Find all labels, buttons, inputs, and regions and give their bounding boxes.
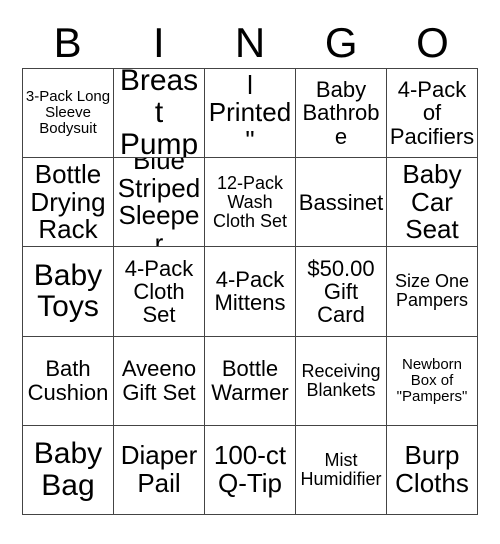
bingo-cell-label: 12-Pack Wash Cloth Set <box>212 172 288 231</box>
header-letter-o: O <box>416 19 449 66</box>
bingo-cell-label: Baby Bag <box>33 437 103 502</box>
bingo-cell-label: 4-Pack Mittens <box>214 267 286 316</box>
header-letter-g: G <box>324 19 358 66</box>
bingo-cell-label: Baby Car Seat <box>402 158 462 245</box>
bingo-cell[interactable]: Breast Pump <box>114 69 205 159</box>
bingo-cell-label: Bottle Warmer <box>211 356 289 405</box>
bingo-cell-label: 4-Pack Cloth Set <box>124 255 194 328</box>
bingo-cell-label: Receiving Blankets <box>301 360 381 400</box>
bingo-cell[interactable]: Aveeno Gift Set <box>114 336 205 426</box>
bingo-cell-label: Burp Cloths <box>395 440 469 498</box>
bingo-cell[interactable]: 3-Pack Long Sleeve Bodysuit <box>23 69 114 159</box>
bingo-cell-label: Bath Cushion <box>27 356 109 405</box>
bingo-cell[interactable]: Blue Striped Sleeper <box>114 158 205 248</box>
bingo-cell[interactable]: Baby Car Seat <box>387 158 478 248</box>
bingo-cell[interactable]: Diaper Pail <box>114 425 205 515</box>
bingo-cell[interactable]: Bottle Warmer <box>205 336 296 426</box>
bingo-cell[interactable]: Receiving Blankets <box>296 336 387 426</box>
bingo-cell[interactable]: Burp Cloths <box>387 425 478 515</box>
bingo-cell[interactable]: Baby Bathrobe <box>296 69 387 159</box>
bingo-cell-label: Newborn Box of "Pampers" <box>396 355 468 405</box>
bingo-cell-label: 100-ct Q-Tip <box>213 440 287 498</box>
bingo-cell[interactable]: Bottle Drying Rack <box>23 158 114 248</box>
bingo-cell-label: Blue Striped Sleeper <box>117 158 201 248</box>
bingo-cell[interactable]: Newborn Box of "Pampers" <box>387 336 478 426</box>
bingo-card: B I N G O 3-Pack Long Sleeve Bodysuit Br… <box>0 0 500 544</box>
bingo-cell[interactable]: Baby Bag <box>23 425 114 515</box>
bingo-cell[interactable]: Bassinet <box>296 158 387 248</box>
bingo-cell[interactable]: 4-Pack of Pacifiers <box>387 69 478 159</box>
header-letter-i: I <box>152 19 165 66</box>
bingo-grid: 3-Pack Long Sleeve Bodysuit Breast Pump … <box>22 68 478 515</box>
bingo-cell-label: Diaper Pail <box>120 440 198 498</box>
bingo-cell[interactable]: 100-ct Q-Tip <box>205 425 296 515</box>
bingo-cell-label: Bassinet <box>298 189 384 215</box>
bingo-cell[interactable]: Bath Cushion <box>23 336 114 426</box>
header-letter-n: N <box>234 19 266 66</box>
bingo-cell[interactable]: "Animal Printed" Boppy <box>205 69 296 159</box>
bingo-cell-label: 4-Pack of Pacifiers <box>389 77 475 149</box>
bingo-cell[interactable]: Baby Toys <box>23 247 114 337</box>
bingo-cell-label: Baby Toys <box>33 258 103 324</box>
bingo-cell[interactable]: 4-Pack Mittens <box>205 247 296 337</box>
bingo-cell[interactable]: 12-Pack Wash Cloth Set <box>205 158 296 248</box>
bingo-cell-label: 3-Pack Long Sleeve Bodysuit <box>25 88 111 138</box>
bingo-cell-label: Size One Pampers <box>394 271 470 311</box>
bingo-cell-label: $50.00 Gift Card <box>307 255 375 328</box>
bingo-cell[interactable]: 4-Pack Cloth Set <box>114 247 205 337</box>
bingo-cell-label: Mist Humidifier <box>300 449 382 489</box>
bingo-cell[interactable]: $50.00 Gift Card <box>296 247 387 337</box>
bingo-cell-label: Breast Pump <box>119 69 199 159</box>
header-letter-b: B <box>53 19 82 66</box>
bingo-header: B I N G O <box>22 18 478 68</box>
bingo-cell-label: Aveeno Gift Set <box>121 356 197 405</box>
bingo-cell-label: Baby Bathrobe <box>302 77 380 149</box>
bingo-cell-label: Bottle Drying Rack <box>30 158 106 245</box>
bingo-cell[interactable]: Mist Humidifier <box>296 425 387 515</box>
bingo-cell-label: "Animal Printed" Boppy <box>208 69 292 157</box>
bingo-cell[interactable]: Size One Pampers <box>387 247 478 337</box>
